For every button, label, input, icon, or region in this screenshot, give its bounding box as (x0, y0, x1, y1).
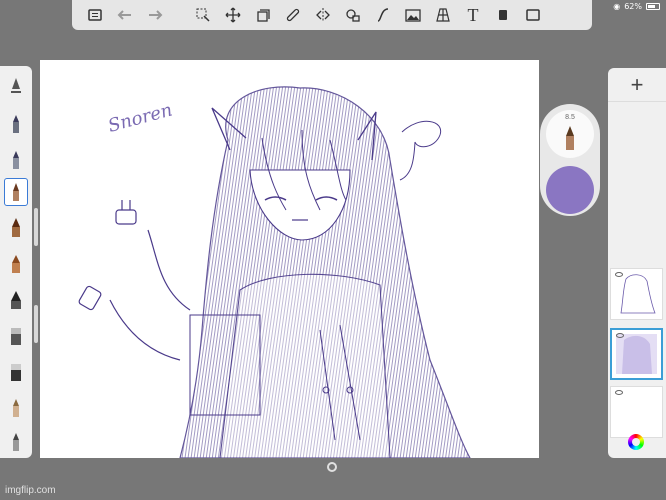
wifi-icon: ◉ (613, 2, 621, 11)
fullscreen-icon[interactable] (488, 0, 518, 30)
undo-icon[interactable] (110, 0, 140, 30)
signature-text: Snoren (106, 100, 175, 137)
brush-puck: 8.5 (540, 104, 600, 216)
brush-ink-pen-icon[interactable] (4, 146, 28, 174)
sketch-artwork: Snoren (78, 86, 471, 458)
battery-text: 62% (624, 2, 642, 11)
eye-icon[interactable] (616, 333, 624, 338)
gallery-icon[interactable] (80, 0, 110, 30)
fill-icon[interactable] (338, 0, 368, 30)
brush-airbrush-icon[interactable] (4, 322, 28, 350)
window-icon[interactable] (518, 0, 548, 30)
top-toolbar: T (72, 0, 592, 30)
brush-fine-pencil-icon[interactable] (4, 428, 28, 456)
brush-size-preview[interactable]: 8.5 (546, 110, 594, 158)
brush-selected-pen-icon[interactable] (4, 178, 28, 206)
watermark: imgflip.com (5, 485, 56, 496)
brush-calligraphy-icon[interactable] (4, 286, 28, 314)
drawing-canvas[interactable]: Snoren (40, 60, 539, 458)
layers-panel: + (608, 68, 666, 458)
brush-marker-icon[interactable] (4, 214, 28, 242)
color-wheel-icon[interactable] (628, 434, 644, 450)
layer-thumbnail-3[interactable] (610, 386, 663, 438)
perspective-icon[interactable] (428, 0, 458, 30)
text-icon[interactable]: T (458, 0, 488, 30)
brush-crayon-icon[interactable] (4, 250, 28, 278)
selection-icon[interactable] (188, 0, 218, 30)
brush-pencil-icon[interactable] (4, 110, 28, 138)
size-slider-handle[interactable] (34, 208, 38, 246)
image-icon[interactable] (398, 0, 428, 30)
redo-icon[interactable] (140, 0, 170, 30)
ruler-icon[interactable] (278, 0, 308, 30)
brush-smudge-icon[interactable] (4, 394, 28, 422)
eye-icon[interactable] (615, 272, 623, 277)
symmetry-icon[interactable] (308, 0, 338, 30)
transform-icon[interactable] (218, 0, 248, 30)
canvas-handle[interactable] (327, 462, 337, 472)
color-swatch[interactable] (546, 166, 594, 214)
opacity-slider-handle[interactable] (34, 305, 38, 343)
brush-library (0, 66, 32, 458)
layer-thumbnail-1[interactable] (610, 268, 663, 320)
layers-icon[interactable] (248, 0, 278, 30)
battery-icon (646, 3, 660, 10)
curve-icon[interactable] (368, 0, 398, 30)
layer-thumbnail-2[interactable] (610, 328, 663, 380)
brush-library-icon[interactable] (4, 72, 28, 100)
brush-size-label: 8.5 (565, 114, 575, 121)
eye-icon[interactable] (615, 390, 623, 395)
add-layer-button[interactable]: + (608, 68, 666, 102)
status-bar: ◉ 62% (613, 2, 660, 11)
brush-eraser-icon[interactable] (4, 358, 28, 386)
